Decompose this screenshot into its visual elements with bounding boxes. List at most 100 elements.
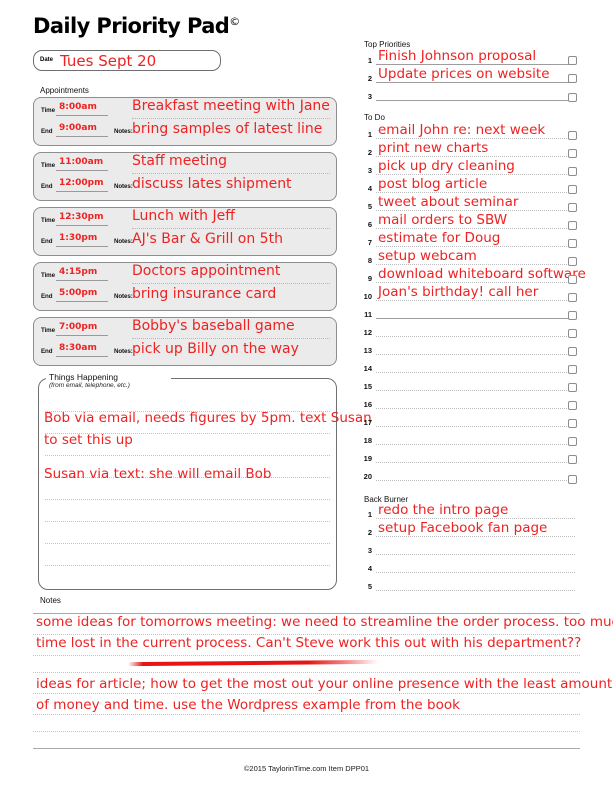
top-priority-item[interactable]: 3 <box>360 86 575 103</box>
top-priority-item[interactable]: 2 Update prices on website <box>360 66 575 85</box>
todo-item[interactable]: 8 setup webcam <box>360 248 575 267</box>
appointment-notes: bring insurance card <box>132 286 277 302</box>
todo-item[interactable]: 6 mail orders to SBW <box>360 212 575 231</box>
todo-item[interactable]: 17 <box>360 412 575 429</box>
back-burner-item[interactable]: 5 <box>360 576 575 593</box>
todo-item[interactable]: 20 <box>360 466 575 483</box>
todo-checkbox[interactable] <box>568 455 577 464</box>
todo-number: 18 <box>363 436 372 445</box>
back-burner-item[interactable]: 3 <box>360 540 575 557</box>
appointment-title: Staff meeting <box>132 153 228 169</box>
back-burner-item[interactable]: 4 <box>360 558 575 575</box>
todo-text: print new charts <box>378 140 489 156</box>
todo-number: 4 <box>367 184 372 193</box>
todo-checkbox[interactable] <box>568 347 577 356</box>
back-burner-text: redo the intro page <box>378 502 509 518</box>
todo-checkbox[interactable] <box>568 167 577 176</box>
back-burner-rule <box>376 571 575 573</box>
todo-item[interactable]: 9 download whiteboard software <box>360 266 586 285</box>
todo-number: 15 <box>363 382 372 391</box>
appointment-time-rule <box>56 335 108 336</box>
todo-checkbox[interactable] <box>568 185 577 194</box>
appointment-row[interactable]: Time End Notes: 7:00pm 8:30am Bobby's ba… <box>33 317 337 366</box>
appointment-time-label: Time <box>41 272 55 279</box>
daily-priority-pad-page: Daily Priority Pad© Date Tues Sept 20 Ap… <box>0 0 613 792</box>
appointment-time-rule <box>56 170 108 171</box>
back-burner-number: 3 <box>367 546 372 555</box>
todo-checkbox[interactable] <box>568 203 577 212</box>
todo-item[interactable]: 11 <box>360 304 575 321</box>
appointment-time-value: 11:00am <box>59 157 104 167</box>
todo-checkbox[interactable] <box>568 329 577 338</box>
todo-checkbox[interactable] <box>568 419 577 428</box>
appointment-time-value: 7:00pm <box>59 322 98 332</box>
page-title-text: Daily Priority Pad <box>33 14 230 38</box>
todo-checkbox[interactable] <box>568 437 577 446</box>
todo-rule <box>376 335 575 337</box>
todo-item[interactable]: 18 <box>360 430 575 447</box>
todo-item[interactable]: 7 estimate for Doug <box>360 230 575 249</box>
todo-item[interactable]: 3 pick up dry cleaning <box>360 158 575 177</box>
todo-checkbox[interactable] <box>568 221 577 230</box>
todo-item[interactable]: 10 Joan's birthday! call her <box>360 284 575 303</box>
todo-number: 7 <box>367 238 372 247</box>
appointment-row[interactable]: Time End Notes: 11:00am 12:00pm Staff me… <box>33 152 337 201</box>
todo-checkbox[interactable] <box>568 257 577 266</box>
todo-item[interactable]: 13 <box>360 340 575 357</box>
todo-checkbox[interactable] <box>568 149 577 158</box>
date-field[interactable]: Date Tues Sept 20 <box>33 50 221 71</box>
todo-checkbox[interactable] <box>568 311 577 320</box>
appointment-notes: AJ's Bar & Grill on 5th <box>132 231 283 247</box>
todo-checkbox[interactable] <box>568 383 577 392</box>
appointment-row[interactable]: Time End Notes: 12:30pm 1:30pm Lunch wit… <box>33 207 337 256</box>
todo-rule <box>376 371 575 373</box>
todo-item[interactable]: 14 <box>360 358 575 375</box>
todo-item[interactable]: 19 <box>360 448 575 465</box>
todo-number: 2 <box>367 148 372 157</box>
todo-number: 19 <box>363 454 372 463</box>
todo-item[interactable]: 4 post blog article <box>360 176 575 195</box>
todo-checkbox[interactable] <box>568 365 577 374</box>
todo-checkbox[interactable] <box>568 401 577 410</box>
appointment-notes-label: Notes: <box>114 128 133 135</box>
appointment-time-rule <box>56 115 108 116</box>
todo-rule <box>376 461 575 463</box>
todo-item[interactable]: 16 <box>360 394 575 411</box>
todo-checkbox[interactable] <box>568 131 577 140</box>
todo-rule <box>376 425 575 427</box>
top-priority-item[interactable]: 1 Finish Johnson proposal <box>360 48 575 67</box>
todo-item[interactable]: 2 print new charts <box>360 140 575 159</box>
appointment-notes: bring samples of latest line <box>132 121 323 137</box>
appointment-end-label: End <box>41 128 53 135</box>
todo-checkbox[interactable] <box>568 293 577 302</box>
todo-item[interactable]: 12 <box>360 322 575 339</box>
back-burner-item[interactable]: 2 setup Facebook fan page <box>360 520 575 539</box>
todo-checkbox[interactable] <box>568 239 577 248</box>
todo-item[interactable]: 1 email John re: next week <box>360 122 575 141</box>
back-burner-item[interactable]: 1 redo the intro page <box>360 502 575 521</box>
todo-number: 9 <box>367 274 372 283</box>
appointment-time-rule <box>56 280 108 281</box>
appointment-title-rule <box>132 228 330 229</box>
appointment-end-rule <box>56 301 108 302</box>
appointment-title: Lunch with Jeff <box>132 208 235 224</box>
appointment-end-rule <box>56 356 108 357</box>
todo-text: Joan's birthday! call her <box>378 284 539 300</box>
top-priority-checkbox[interactable] <box>568 56 577 65</box>
top-priority-checkbox[interactable] <box>568 74 577 83</box>
appointment-row[interactable]: Time End Notes: 4:15pm 5:00pm Doctors ap… <box>33 262 337 311</box>
appointment-title-rule <box>132 338 330 339</box>
todo-checkbox[interactable] <box>568 275 577 284</box>
todo-checkbox[interactable] <box>568 475 577 484</box>
todo-item[interactable]: 5 tweet about seminar <box>360 194 575 213</box>
appointment-end-rule <box>56 191 108 192</box>
appointment-title-rule <box>132 283 330 284</box>
top-priority-checkbox[interactable] <box>568 93 577 102</box>
notes-rule <box>33 655 580 656</box>
appointment-title: Bobby's baseball game <box>132 318 295 334</box>
notes-line: ideas for article; how to get the most o… <box>36 676 613 692</box>
appointment-end-rule <box>56 246 108 247</box>
todo-item[interactable]: 15 <box>360 376 575 393</box>
appointment-row[interactable]: Time End Notes: 8:00am 9:00am Breakfast … <box>33 97 337 146</box>
appointment-title-rule <box>132 118 330 119</box>
